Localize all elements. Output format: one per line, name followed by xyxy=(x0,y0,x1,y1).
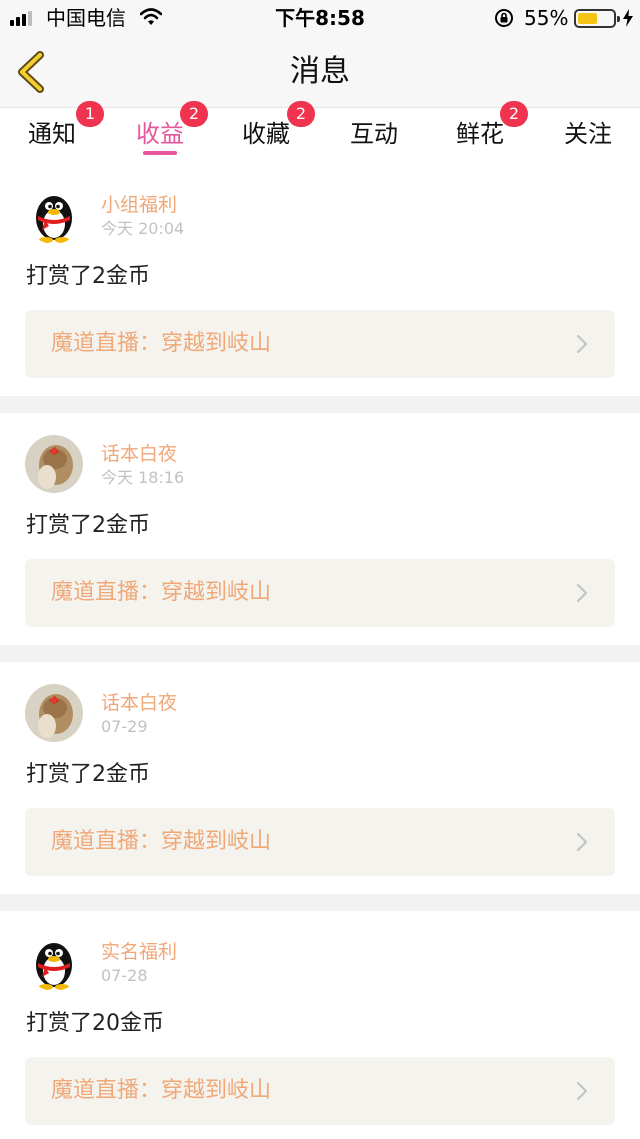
page-title: 消息 xyxy=(290,54,350,89)
linked-post-title: 魔道直播：穿越到岐山 xyxy=(51,1078,272,1103)
tab-interactions[interactable]: 互动 xyxy=(348,116,400,156)
linked-post-title: 魔道直播：穿越到岐山 xyxy=(51,829,272,854)
penguin-avatar[interactable] xyxy=(25,186,83,244)
tab-following[interactable]: 关注 xyxy=(562,116,614,156)
tab-favorites[interactable]: 收藏 xyxy=(240,116,292,156)
chevron-right-icon xyxy=(576,832,588,852)
message-text: 打赏了2金币 xyxy=(26,513,150,538)
divider xyxy=(0,396,640,413)
photo-avatar[interactable] xyxy=(25,435,83,493)
battery-icon xyxy=(574,9,620,28)
status-bar: 中国电信 下午8:58 55% xyxy=(0,0,640,36)
battery-percent: 55% xyxy=(524,6,569,30)
tab-notifications[interactable]: 通知 xyxy=(26,116,78,156)
tab-label: 互动 xyxy=(350,120,398,148)
list-item: 话本白夜 今天 18:16 打赏了2金币 魔道直播：穿越到岐山 xyxy=(0,413,640,645)
navigation-bar: 消息 xyxy=(0,36,640,108)
tab-earnings[interactable]: 收益 xyxy=(134,116,186,156)
chevron-right-icon xyxy=(576,583,588,603)
message-time: 今天 18:16 xyxy=(101,468,185,487)
penguin-avatar[interactable] xyxy=(25,933,83,991)
linked-post-title: 魔道直播：穿越到岐山 xyxy=(51,580,272,605)
message-tabs: 通知 1 收益 2 收藏 2 互动 鲜花 2 关注 xyxy=(0,101,640,164)
list-item: 小组福利 今天 20:04 打赏了2金币 魔道直播：穿越到岐山 xyxy=(0,164,640,396)
message-text: 打赏了20金币 xyxy=(26,1011,164,1036)
battery-level-fill xyxy=(578,13,597,24)
divider xyxy=(0,645,640,662)
sender-name[interactable]: 小组福利 xyxy=(101,192,177,218)
tab-label: 通知 xyxy=(28,120,76,148)
tab-label: 鲜花 xyxy=(456,120,504,148)
tab-label: 收藏 xyxy=(242,120,290,148)
tab-badge: 2 xyxy=(180,101,208,127)
sender-name[interactable]: 实名福利 xyxy=(101,939,177,965)
chevron-right-icon xyxy=(576,334,588,354)
message-text: 打赏了2金币 xyxy=(26,264,150,289)
list-item: 实名福利 07-28 打赏了20金币 魔道直播：穿越到岐山 xyxy=(0,911,640,1139)
tab-badge: 2 xyxy=(287,101,315,127)
tab-flowers[interactable]: 鲜花 xyxy=(454,116,506,156)
tab-badge: 2 xyxy=(500,101,528,127)
earnings-feed: 小组福利 今天 20:04 打赏了2金币 魔道直播：穿越到岐山 话本白夜 今天 … xyxy=(0,164,640,1139)
linked-post-card[interactable]: 魔道直播：穿越到岐山 xyxy=(25,1057,615,1125)
message-time: 07-29 xyxy=(101,717,148,736)
sender-name[interactable]: 话本白夜 xyxy=(101,441,177,467)
linked-post-card[interactable]: 魔道直播：穿越到岐山 xyxy=(25,808,615,876)
linked-post-card[interactable]: 魔道直播：穿越到岐山 xyxy=(25,310,615,378)
message-text: 打赏了2金币 xyxy=(26,762,150,787)
rotation-lock-icon xyxy=(495,9,513,27)
sender-name[interactable]: 话本白夜 xyxy=(101,690,177,716)
charging-bolt-icon xyxy=(623,9,633,27)
linked-post-title: 魔道直播：穿越到岐山 xyxy=(51,331,272,356)
tab-label: 收益 xyxy=(136,120,184,148)
active-tab-indicator xyxy=(143,151,177,155)
tab-badge: 1 xyxy=(76,101,104,127)
photo-avatar[interactable] xyxy=(25,684,83,742)
message-time: 今天 20:04 xyxy=(101,219,185,238)
list-item: 话本白夜 07-29 打赏了2金币 魔道直播：穿越到岐山 xyxy=(0,662,640,894)
linked-post-card[interactable]: 魔道直播：穿越到岐山 xyxy=(25,559,615,627)
message-time: 07-28 xyxy=(101,966,148,985)
tab-label: 关注 xyxy=(564,120,612,148)
divider xyxy=(0,894,640,911)
chevron-right-icon xyxy=(576,1081,588,1101)
